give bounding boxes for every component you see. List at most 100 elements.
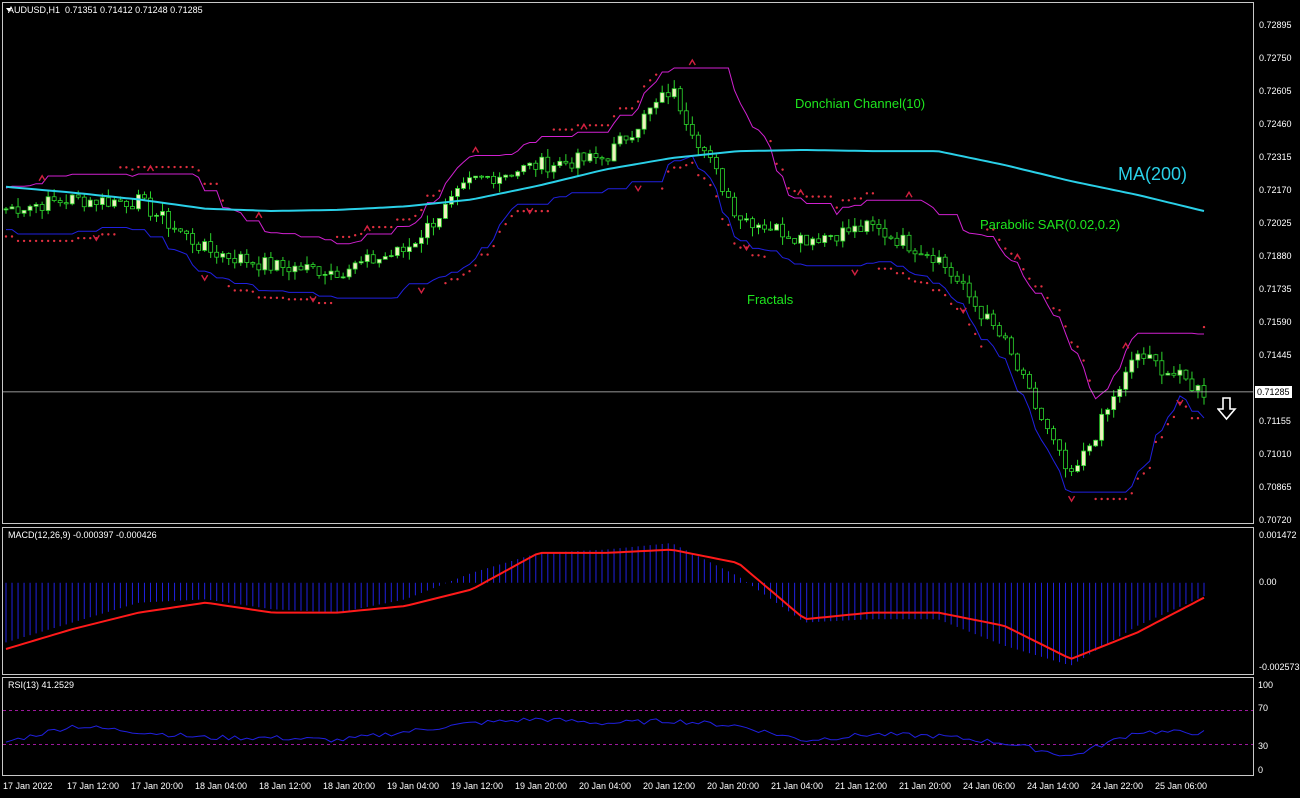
sar-dot: [679, 166, 682, 169]
sar-dot: [558, 128, 562, 131]
candle-body: [924, 254, 930, 257]
candle-body: [87, 199, 93, 208]
rsi-axis-label: 100: [1258, 680, 1274, 690]
candle-body: [984, 313, 990, 320]
candle-body: [738, 215, 743, 221]
sar-dot: [667, 170, 670, 173]
candle-body: [461, 182, 466, 189]
sar-dot: [654, 73, 658, 76]
candle-body: [732, 196, 737, 217]
candle-body: [1195, 385, 1201, 391]
candle-body: [1087, 445, 1093, 452]
sar-dot: [883, 267, 887, 270]
time-axis-label: 20 Jan 04:00: [579, 781, 632, 791]
sar-dot: [1136, 477, 1139, 480]
donchian-label: Donchian Channel(10): [795, 96, 926, 111]
sar-dot: [925, 281, 929, 285]
candle-body: [563, 160, 569, 164]
candle-body: [166, 211, 171, 229]
candle-body: [485, 175, 491, 178]
candle-body: [509, 174, 515, 177]
candle-body: [647, 107, 653, 115]
candle-body: [990, 313, 996, 326]
sar-label: Parabolic SAR(0.02,0.2): [980, 217, 1121, 232]
candle-body: [641, 113, 647, 130]
candle-body: [876, 223, 882, 229]
sar-dot: [492, 244, 495, 248]
sar-dot: [1106, 497, 1109, 501]
candle-body: [828, 235, 834, 237]
candle-body: [593, 153, 599, 158]
candle-body: [671, 88, 677, 98]
sar-dot: [462, 273, 465, 276]
price-axis-label: 0.71010: [1259, 449, 1292, 459]
candle-body: [418, 237, 424, 244]
sar-dot: [16, 239, 20, 243]
sar-dot: [275, 296, 279, 300]
sar-dot: [703, 177, 706, 180]
candle-body: [256, 263, 262, 271]
sar-dot: [1190, 416, 1194, 420]
candle-body: [744, 218, 749, 221]
candle-body: [551, 165, 557, 173]
candle-body: [27, 205, 33, 211]
sar-dot: [323, 301, 327, 305]
candle-body: [858, 225, 864, 232]
time-axis-label: 25 Jan 06:00: [1155, 781, 1208, 791]
sar-dot: [329, 301, 333, 305]
candle-body: [382, 256, 388, 260]
sar-dot: [390, 225, 393, 229]
sar-dot: [907, 277, 911, 280]
candle-body: [1081, 450, 1086, 467]
sar-dot: [847, 199, 851, 202]
sar-dot: [396, 218, 399, 221]
sar-dot: [516, 209, 519, 213]
sar-dot: [143, 165, 146, 169]
candle-body: [557, 160, 563, 167]
sar-dot: [203, 182, 206, 186]
candle-body: [804, 234, 810, 246]
price-axis-label: 0.71590: [1259, 317, 1292, 327]
candle-body: [1093, 439, 1099, 447]
candle-body: [960, 280, 966, 284]
candle-body: [322, 274, 328, 276]
candle-body: [695, 134, 701, 148]
candle-body: [533, 162, 539, 170]
sar-dot: [215, 182, 218, 186]
sar-dot: [1040, 285, 1043, 288]
sar-dot: [46, 239, 50, 243]
rsi-axis-label: 30: [1258, 741, 1269, 751]
sar-dot: [546, 209, 550, 213]
candle-body: [701, 147, 707, 152]
candle-body: [142, 194, 147, 199]
sar-dot: [1064, 325, 1067, 328]
sar-dot: [77, 236, 80, 240]
candle-body: [1020, 369, 1026, 375]
sar-dot: [287, 298, 291, 301]
candle-body: [334, 270, 340, 278]
candle-body: [852, 225, 858, 233]
candle-body: [966, 282, 972, 298]
candle-body: [786, 236, 792, 239]
candle-body: [900, 234, 906, 246]
sar-dot: [498, 230, 501, 234]
candle-body: [1063, 449, 1068, 470]
candle-body: [810, 238, 816, 246]
sar-dot: [757, 254, 760, 257]
sar-dot: [58, 239, 62, 243]
candle-body: [1057, 439, 1062, 451]
candle-body: [623, 135, 629, 141]
candle-body: [1014, 353, 1020, 371]
sar-dot: [751, 254, 754, 257]
sar-dot: [1130, 492, 1133, 495]
sar-dot: [721, 217, 724, 221]
candle-body: [63, 202, 69, 205]
sar-dot: [1082, 359, 1085, 362]
time-axis-label: 19 Jan 04:00: [387, 781, 440, 791]
candle-body: [262, 257, 268, 271]
sar-dot: [221, 199, 224, 202]
candle-body: [425, 222, 430, 239]
price-axis-label: 0.71445: [1259, 350, 1292, 360]
candle-body: [1008, 337, 1014, 355]
candle-body: [581, 152, 587, 162]
